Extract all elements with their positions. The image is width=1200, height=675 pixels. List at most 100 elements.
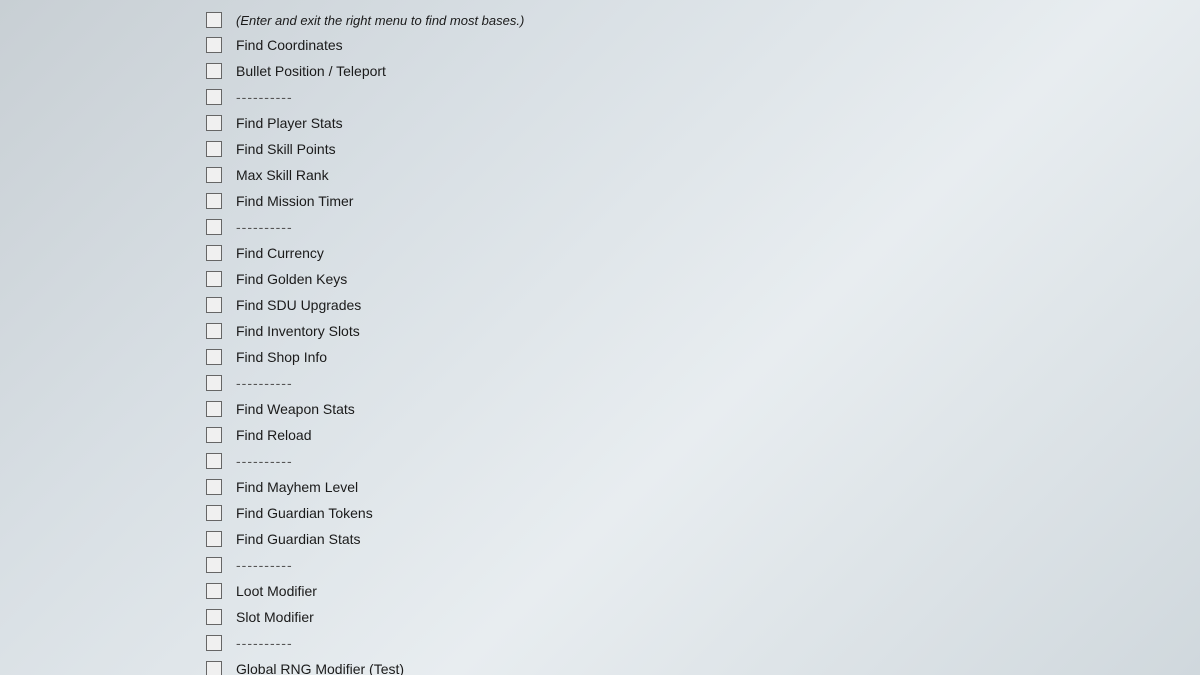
find-inventory-slots-checkbox[interactable] xyxy=(206,323,222,339)
separator-label: ---------- xyxy=(228,453,1080,469)
item-checkbox-cell xyxy=(200,427,228,443)
find-golden-keys-label: Find Golden Keys xyxy=(228,271,1080,287)
find-skill-points-label: Find Skill Points xyxy=(228,141,1080,157)
item-checkbox-cell xyxy=(200,609,228,625)
find-reload-label: Find Reload xyxy=(228,427,1080,443)
find-reload-checkbox[interactable] xyxy=(206,427,222,443)
separator-checkbox[interactable] xyxy=(206,557,222,573)
list-item: Find Shop Info </span> xyxy=(200,344,1180,370)
list-item: ---------- xyxy=(200,630,1180,656)
find-currency-label: Find Currency xyxy=(228,245,1080,261)
list-item: Loot Modifier </span> xyxy=(200,578,1180,604)
item-checkbox-cell xyxy=(200,167,228,183)
list-item: Find Coordinates </span> xyxy=(200,32,1180,58)
separator-label: ---------- xyxy=(228,635,1080,651)
find-sdu-upgrades-label: Find SDU Upgrades xyxy=(228,297,1080,313)
find-skill-points-checkbox[interactable] xyxy=(206,141,222,157)
item-checkbox-cell xyxy=(200,63,228,79)
intro-checkbox[interactable] xyxy=(206,12,222,28)
list-item: ---------- xyxy=(200,552,1180,578)
find-weapon-stats-checkbox[interactable] xyxy=(206,401,222,417)
list-item: Find Weapon Stats </span> xyxy=(200,396,1180,422)
find-shop-info-checkbox[interactable] xyxy=(206,349,222,365)
find-shop-info-label: Find Shop Info xyxy=(228,349,1080,365)
list-item: Find Currency </span> xyxy=(200,240,1180,266)
find-player-stats-checkbox[interactable] xyxy=(206,115,222,131)
list-item: Bullet Position / Teleport </span> xyxy=(200,58,1180,84)
find-guardian-stats-checkbox[interactable] xyxy=(206,531,222,547)
find-mission-timer-checkbox[interactable] xyxy=(206,193,222,209)
rows-container: Find Coordinates </span> Bullet Position… xyxy=(200,32,1180,675)
max-skill-rank-checkbox[interactable] xyxy=(206,167,222,183)
item-checkbox-cell xyxy=(200,661,228,675)
list-item: Find Mission Timer </span> xyxy=(200,188,1180,214)
list-item: ---------- xyxy=(200,214,1180,240)
item-checkbox-cell xyxy=(200,245,228,261)
intro-text: (Enter and exit the right menu to find m… xyxy=(228,13,524,28)
list-item: Max Skill Rank </span> xyxy=(200,162,1180,188)
find-currency-checkbox[interactable] xyxy=(206,245,222,261)
separator-checkbox-cell xyxy=(200,219,228,235)
separator-checkbox-cell xyxy=(200,635,228,651)
list-item: Find Inventory Slots </span> xyxy=(200,318,1180,344)
list-item: Global RNG Modifier (Test) </span> xyxy=(200,656,1180,675)
find-mayhem-level-label: Find Mayhem Level xyxy=(228,479,1080,495)
item-checkbox-cell xyxy=(200,531,228,547)
find-guardian-tokens-label: Find Guardian Tokens xyxy=(228,505,1080,521)
find-mayhem-level-checkbox[interactable] xyxy=(206,479,222,495)
find-guardian-stats-label: Find Guardian Stats xyxy=(228,531,1080,547)
main-container: (Enter and exit the right menu to find m… xyxy=(0,0,1200,675)
slot-modifier-checkbox[interactable] xyxy=(206,609,222,625)
intro-checkbox-cell xyxy=(200,12,228,28)
find-mission-timer-label: Find Mission Timer xyxy=(228,193,1080,209)
intro-row: (Enter and exit the right menu to find m… xyxy=(200,8,1180,32)
list-item: Find Guardian Tokens </span> xyxy=(200,500,1180,526)
global-rng-modifier-checkbox[interactable] xyxy=(206,661,222,675)
item-checkbox-cell xyxy=(200,297,228,313)
separator-checkbox-cell xyxy=(200,557,228,573)
separator-checkbox[interactable] xyxy=(206,635,222,651)
slot-modifier-label: Slot Modifier xyxy=(228,609,1080,625)
separator-checkbox[interactable] xyxy=(206,219,222,235)
find-weapon-stats-label: Find Weapon Stats xyxy=(228,401,1080,417)
item-checkbox-cell xyxy=(200,323,228,339)
list-item: ---------- xyxy=(200,84,1180,110)
item-checkbox-cell xyxy=(200,583,228,599)
list-item: ---------- xyxy=(200,448,1180,474)
separator-label: ---------- xyxy=(228,219,1080,235)
list-item: Find Player Stats </span> xyxy=(200,110,1180,136)
separator-checkbox-cell xyxy=(200,375,228,391)
find-player-stats-label: Find Player Stats xyxy=(228,115,1080,131)
loot-modifier-checkbox[interactable] xyxy=(206,583,222,599)
find-golden-keys-checkbox[interactable] xyxy=(206,271,222,287)
item-checkbox-cell xyxy=(200,479,228,495)
global-rng-modifier-label: Global RNG Modifier (Test) xyxy=(228,661,1080,675)
separator-checkbox[interactable] xyxy=(206,453,222,469)
list-item: Find Skill Points </span> xyxy=(200,136,1180,162)
bullet-position-checkbox[interactable] xyxy=(206,63,222,79)
max-skill-rank-label: Max Skill Rank xyxy=(228,167,1080,183)
separator-checkbox-cell xyxy=(200,89,228,105)
bullet-position-label: Bullet Position / Teleport xyxy=(228,63,1080,79)
find-coordinates-label: Find Coordinates xyxy=(228,37,1080,53)
item-checkbox-cell xyxy=(200,349,228,365)
item-checkbox-cell xyxy=(200,401,228,417)
loot-modifier-label: Loot Modifier xyxy=(228,583,1080,599)
separator-label: ---------- xyxy=(228,89,1080,105)
item-checkbox-cell xyxy=(200,193,228,209)
find-sdu-upgrades-checkbox[interactable] xyxy=(206,297,222,313)
item-checkbox-cell xyxy=(200,505,228,521)
item-checkbox-cell xyxy=(200,37,228,53)
item-checkbox-cell xyxy=(200,141,228,157)
list-item: Find SDU Upgrades </span> xyxy=(200,292,1180,318)
separator-label: ---------- xyxy=(228,375,1080,391)
find-guardian-tokens-checkbox[interactable] xyxy=(206,505,222,521)
list-item: Slot Modifier </span> xyxy=(200,604,1180,630)
separator-checkbox-cell xyxy=(200,453,228,469)
separator-checkbox[interactable] xyxy=(206,89,222,105)
separator-label: ---------- xyxy=(228,557,1080,573)
list-item: Find Guardian Stats </span> xyxy=(200,526,1180,552)
list-item: Find Reload </span> xyxy=(200,422,1180,448)
separator-checkbox[interactable] xyxy=(206,375,222,391)
find-coordinates-checkbox[interactable] xyxy=(206,37,222,53)
